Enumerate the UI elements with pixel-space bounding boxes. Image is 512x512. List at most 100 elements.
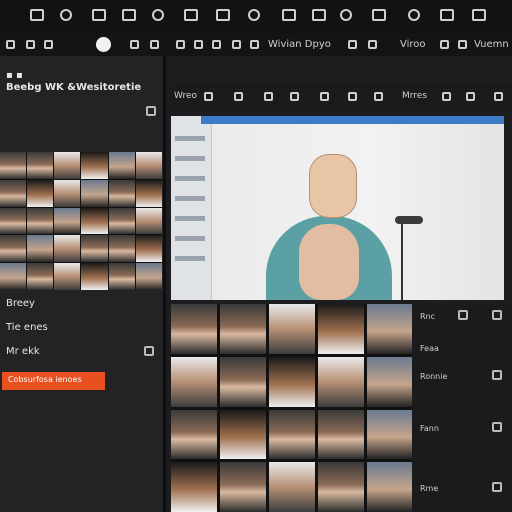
info-icon[interactable] — [492, 310, 502, 320]
participant-thumbnail[interactable] — [0, 263, 27, 290]
chat-icon[interactable] — [372, 9, 386, 21]
participant-thumbnail[interactable] — [81, 263, 108, 290]
participant-thumbnail[interactable] — [54, 152, 81, 179]
shield-icon[interactable] — [248, 9, 260, 21]
menu-dot-icon[interactable] — [130, 40, 139, 49]
toolbar-icon[interactable] — [234, 92, 243, 101]
participant-thumbnail[interactable] — [108, 152, 135, 179]
refresh-icon[interactable] — [60, 9, 72, 21]
menu-dot-icon[interactable] — [458, 40, 467, 49]
gallery-tile[interactable] — [171, 462, 217, 512]
participant-thumbnail[interactable] — [27, 263, 54, 290]
participant-thumbnail[interactable] — [54, 207, 81, 235]
toolbar-icon[interactable] — [290, 92, 299, 101]
toolbar-icon[interactable] — [494, 92, 503, 101]
close-icon[interactable] — [146, 106, 156, 116]
toolbar-item[interactable]: Wreo — [174, 91, 197, 101]
grid-icon[interactable] — [282, 9, 296, 21]
gallery-tile[interactable] — [367, 462, 413, 512]
main-video-feed[interactable] — [171, 116, 504, 300]
participant-thumbnail[interactable] — [27, 235, 54, 263]
info-icon[interactable] — [458, 310, 468, 320]
participant-thumbnail[interactable] — [54, 263, 81, 290]
menu-dot-icon[interactable] — [176, 40, 185, 49]
menu-item-viroo[interactable]: Viroo — [400, 39, 426, 50]
gallery-tile[interactable] — [220, 304, 266, 354]
participant-thumbnail[interactable] — [0, 235, 27, 263]
menu-dot-icon[interactable] — [6, 40, 15, 49]
panel-tab-label[interactable]: ▪ ▪ — [6, 70, 23, 81]
participant-thumbnail[interactable] — [54, 235, 81, 263]
mail-icon[interactable] — [312, 9, 326, 21]
gallery-tile[interactable] — [318, 409, 364, 460]
toolbar-icon[interactable] — [320, 92, 329, 101]
gallery-tile[interactable] — [269, 304, 315, 354]
menu-dot-icon[interactable] — [150, 40, 159, 49]
participant-thumbnail[interactable] — [108, 263, 135, 290]
participant-thumbnail[interactable] — [0, 179, 27, 207]
participant-thumbnail[interactable] — [135, 179, 162, 207]
info-icon[interactable] — [492, 422, 502, 432]
menu-dot-icon[interactable] — [194, 40, 203, 49]
link-icon[interactable] — [184, 9, 198, 21]
gallery-tile[interactable] — [269, 356, 315, 407]
share-icon[interactable] — [440, 9, 454, 21]
gallery-tile[interactable] — [220, 409, 266, 460]
participant-thumbnail[interactable] — [135, 152, 162, 179]
participant-thumbnail[interactable] — [0, 207, 27, 235]
toolbar-icon[interactable] — [204, 92, 213, 101]
image-icon[interactable] — [216, 9, 230, 21]
camera-icon[interactable] — [122, 9, 136, 21]
participant-thumbnail[interactable] — [27, 207, 54, 235]
menu-dot-icon[interactable] — [250, 40, 259, 49]
participant-thumbnail[interactable] — [81, 152, 108, 179]
record-toggle[interactable] — [96, 37, 111, 52]
window-icon[interactable] — [30, 9, 44, 21]
gallery-tile[interactable] — [171, 304, 217, 354]
menu-dot-icon[interactable] — [348, 40, 357, 49]
toolbar-icon[interactable] — [348, 92, 357, 101]
gallery-tile[interactable] — [367, 304, 413, 354]
gallery-tile[interactable] — [171, 409, 217, 460]
search-icon[interactable] — [408, 9, 420, 21]
menu-item-vuemn[interactable]: Vuemn — [474, 39, 509, 50]
menu-dot-icon[interactable] — [26, 40, 35, 49]
menu-dot-icon[interactable] — [44, 40, 53, 49]
participant-thumbnail[interactable] — [81, 179, 108, 207]
participant-thumbnail[interactable] — [135, 235, 162, 263]
info-icon[interactable] — [492, 370, 502, 380]
layout-icon[interactable] — [92, 9, 106, 21]
info-icon[interactable] — [492, 482, 502, 492]
participant-thumbnail[interactable] — [27, 179, 54, 207]
toolbar-icon[interactable] — [442, 92, 451, 101]
menu-dot-icon[interactable] — [440, 40, 449, 49]
gallery-tile[interactable] — [220, 356, 266, 407]
toolbar-icon[interactable] — [466, 92, 475, 101]
toolbar-item[interactable]: Mrres — [402, 91, 427, 101]
join-button[interactable]: Cobsurfosa ienoes — [2, 372, 105, 390]
gallery-tile[interactable] — [367, 356, 413, 407]
gallery-tile[interactable] — [318, 356, 364, 407]
gallery-tile[interactable] — [318, 304, 364, 354]
toolbar-icon[interactable] — [374, 92, 383, 101]
settings-icon[interactable] — [472, 9, 486, 21]
gallery-tile[interactable] — [318, 462, 364, 512]
toolbar-icon[interactable] — [264, 92, 273, 101]
participant-thumbnail[interactable] — [135, 207, 162, 235]
participant-thumbnail[interactable] — [81, 207, 108, 235]
participant-thumbnail[interactable] — [135, 263, 162, 290]
gallery-tile[interactable] — [269, 409, 315, 460]
participant-thumbnail[interactable] — [108, 235, 135, 263]
participant-thumbnail[interactable] — [108, 179, 135, 207]
participant-thumbnail[interactable] — [0, 152, 27, 179]
menu-dot-icon[interactable] — [232, 40, 241, 49]
participant-thumbnail[interactable] — [108, 207, 135, 235]
gallery-tile[interactable] — [269, 462, 315, 512]
participant-thumbnail[interactable] — [27, 152, 54, 179]
record-icon[interactable] — [152, 9, 164, 21]
gallery-tile[interactable] — [171, 356, 217, 407]
menu-dot-icon[interactable] — [368, 40, 377, 49]
eye-icon[interactable] — [340, 9, 352, 21]
menu-item-wivian[interactable]: Wivian Dpyo — [268, 39, 331, 50]
gallery-tile[interactable] — [220, 462, 266, 512]
